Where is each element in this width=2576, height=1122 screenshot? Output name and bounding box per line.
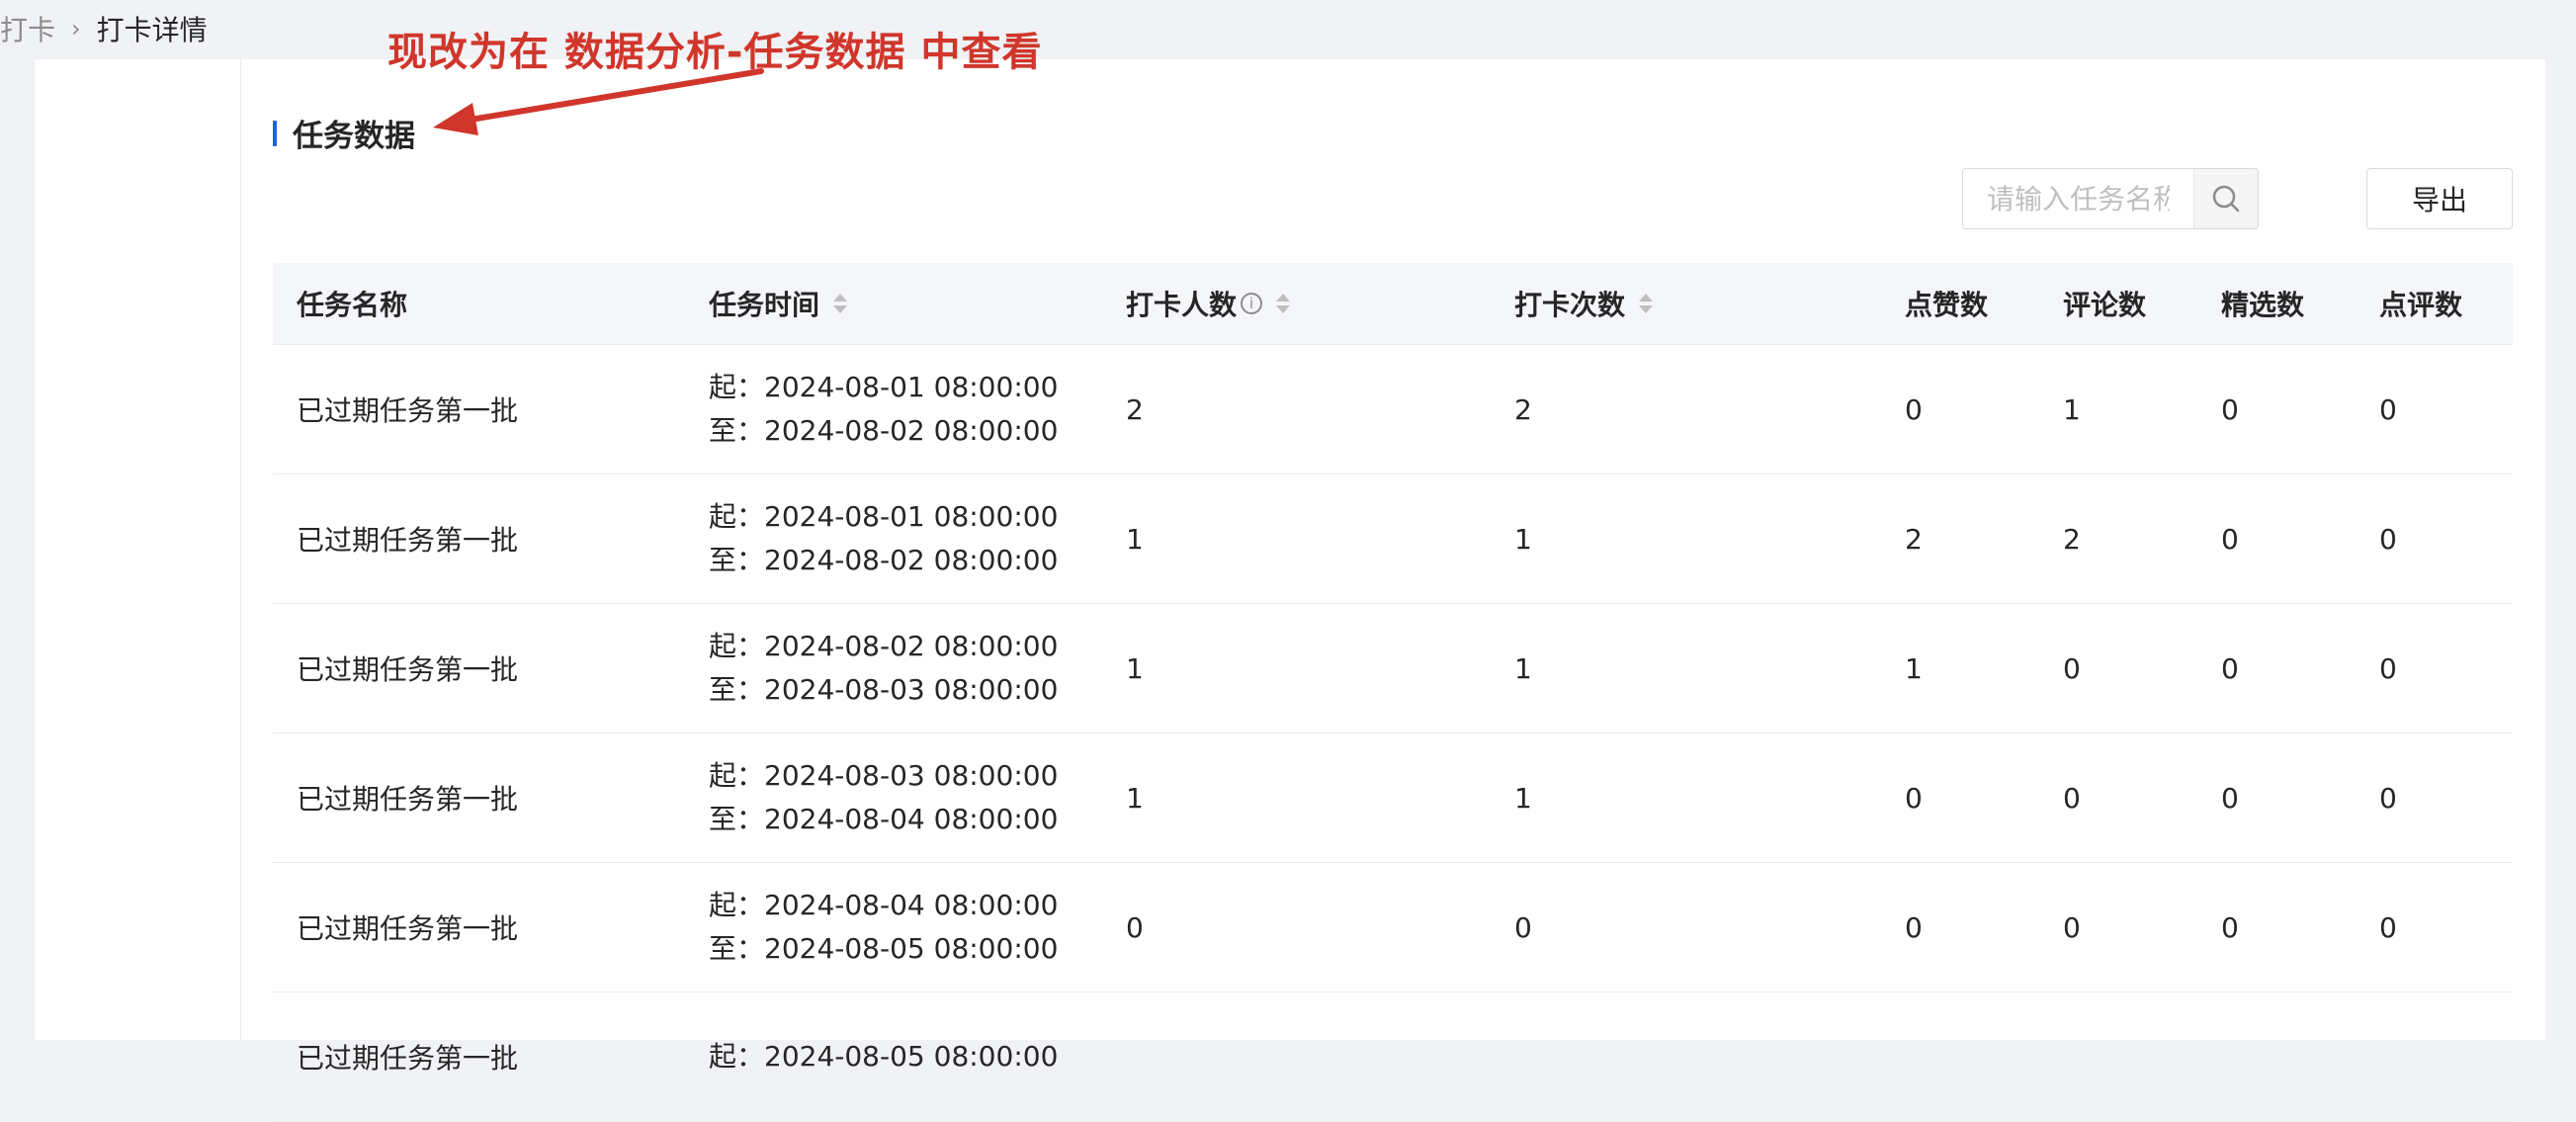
likes-cell: 2 [1905,522,1923,556]
task-end-time: 至：2024-08-02 08:00:00 [709,544,1059,576]
header-checkin-times[interactable]: 打卡次数 [1491,263,1881,344]
featured-cell: 0 [2221,392,2239,426]
header-reviews: 点评数 [2356,263,2513,344]
header-likes: 点赞数 [1881,263,2039,344]
task-start-time: 起：2024-08-04 08:00:00 [709,889,1059,921]
comments-cell: 0 [2063,651,2081,685]
task-start-time: 起：2024-08-05 08:00:00 [709,1040,1059,1073]
header-checkin-people[interactable]: 打卡人数 i [1102,263,1491,344]
annotation-arrow [433,68,764,135]
breadcrumb-current: 打卡详情 [96,14,208,46]
info-icon[interactable]: i [1241,293,1263,314]
task-time-cell: 起：2024-08-02 08:00:00 至：2024-08-03 08:00:… [709,625,1102,712]
table-row: 已过期任务第一批 起：2024-08-04 08:00:00 至：2024-08-0… [273,863,2513,993]
main-content: 任务数据 导出 任务名称 任务时间 打卡人数i 打卡次数 点赞数 评论数 精选数… [241,59,2545,1122]
task-name-cell: 已过期任务第一批 [297,524,519,557]
breadcrumb-link-checkin[interactable]: 打卡 [0,9,55,48]
header-label: 打卡人数 [1126,289,1238,321]
header-task-name: 任务名称 [273,263,709,344]
task-start-time: 起：2024-08-03 08:00:00 [709,759,1059,792]
table-row: 已过期任务第一批 起：2024-08-01 08:00:00 至：2024-08-0… [273,475,2513,604]
task-start-time: 起：2024-08-01 08:00:00 [709,500,1059,533]
checkin-people-cell: 1 [1126,522,1144,556]
table-row: 已过期任务第一批 起：2024-08-02 08:00:00 至：2024-08-0… [273,604,2513,734]
table-row: 已过期任务第一批 起：2024-08-01 08:00:00 至：2024-08-0… [273,345,2513,475]
header-label: 任务时间 [709,289,820,321]
checkin-people-cell: 0 [1126,910,1144,944]
search-box [1962,168,2259,229]
checkin-people-cell: 2 [1126,392,1144,426]
featured-cell: 0 [2221,781,2239,815]
task-time-cell: 起：2024-08-01 08:00:00 至：2024-08-02 08:00:… [709,495,1102,582]
table-row: 已过期任务第一批 起：2024-08-05 08:00:00 [273,993,2513,1122]
header-label: 评论数 [2063,289,2147,321]
search-button[interactable] [2193,169,2258,228]
export-button[interactable]: 导出 [2366,168,2513,229]
search-input[interactable] [1963,169,2193,228]
task-name-cell: 已过期任务第一批 [297,783,519,816]
comments-cell: 0 [2063,910,2081,944]
sort-icon[interactable] [1639,294,1654,313]
likes-cell: 1 [1905,651,1923,685]
reviews-cell: 0 [2379,651,2397,685]
task-name-cell: 已过期任务第一批 [297,394,519,427]
checkin-times-cell: 2 [1514,392,1532,426]
table-row: 已过期任务第一批 起：2024-08-03 08:00:00 至：2024-08-0… [273,734,2513,863]
likes-cell: 0 [1905,392,1923,426]
task-start-time: 起：2024-08-01 08:00:00 [709,371,1059,403]
task-data-table: 任务名称 任务时间 打卡人数 i 打卡次数 点赞数 评论数 精选数 点评数 已过期… [273,263,2513,1122]
table-header: 任务名称 任务时间 打卡人数 i 打卡次数 点赞数 评论数 精选数 点评数 [273,263,2513,345]
reviews-cell: 0 [2379,522,2397,556]
task-time-cell: 起：2024-08-03 08:00:00 至：2024-08-04 08:00:… [709,754,1102,841]
task-end-time: 至：2024-08-04 08:00:00 [709,803,1059,835]
comments-cell: 1 [2063,392,2081,426]
task-end-time: 至：2024-08-02 08:00:00 [709,414,1059,447]
reviews-cell: 0 [2379,392,2397,426]
chevron-right-icon: › [71,15,81,43]
task-name-cell: 已过期任务第一批 [297,1042,519,1075]
reviews-cell: 0 [2379,910,2397,944]
comments-cell: 2 [2063,522,2081,556]
section-title: 任务数据 [273,111,415,155]
header-comments: 评论数 [2039,263,2197,344]
section-title-text: 任务数据 [293,119,415,154]
task-end-time: 至：2024-08-03 08:00:00 [709,673,1059,706]
breadcrumb: 打卡 › 打卡详情 [0,6,208,51]
sort-icon[interactable] [1276,294,1291,313]
table-body: 已过期任务第一批 起：2024-08-01 08:00:00 至：2024-08-0… [273,345,2513,1122]
checkin-people-cell: 1 [1126,651,1144,685]
task-name-cell: 已过期任务第一批 [297,912,519,945]
checkin-times-cell: 0 [1514,910,1532,944]
checkin-times-cell: 1 [1514,781,1532,815]
header-label: 任务名称 [297,289,408,321]
likes-cell: 0 [1905,781,1923,815]
header-featured: 精选数 [2197,263,2356,344]
checkin-times-cell: 1 [1514,522,1532,556]
task-time-cell: 起：2024-08-01 08:00:00 至：2024-08-02 08:00:… [709,366,1102,453]
featured-cell: 0 [2221,651,2239,685]
task-end-time: 至：2024-08-05 08:00:00 [709,932,1059,965]
likes-cell: 0 [1905,910,1923,944]
title-accent-bar [273,120,277,146]
header-label: 精选数 [2221,289,2305,321]
header-label: 点赞数 [1905,289,1989,321]
search-icon [2212,185,2240,213]
task-time-cell: 起：2024-08-05 08:00:00 [709,1035,1102,1079]
task-name-cell: 已过期任务第一批 [297,653,519,686]
checkin-people-cell: 1 [1126,781,1144,815]
featured-cell: 0 [2221,522,2239,556]
left-panel [35,59,241,1040]
comments-cell: 0 [2063,781,2081,815]
header-task-time[interactable]: 任务时间 [709,263,1102,344]
sort-icon[interactable] [833,294,848,313]
reviews-cell: 0 [2379,781,2397,815]
task-time-cell: 起：2024-08-04 08:00:00 至：2024-08-05 08:00:… [709,884,1102,971]
header-label: 打卡次数 [1514,289,1626,321]
checkin-times-cell: 1 [1514,651,1532,685]
header-label: 点评数 [2379,289,2463,321]
task-start-time: 起：2024-08-02 08:00:00 [709,630,1059,662]
featured-cell: 0 [2221,910,2239,944]
